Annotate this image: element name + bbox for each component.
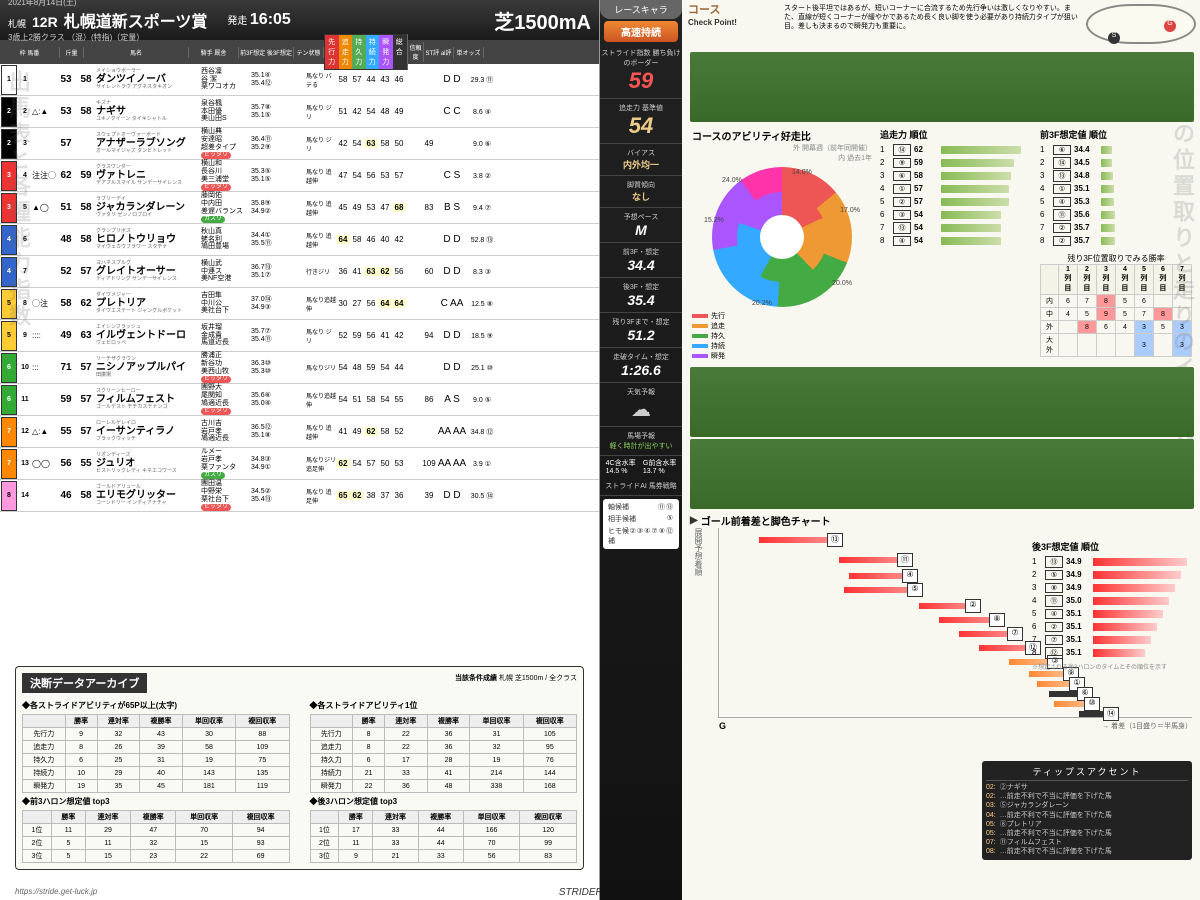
start-marker: S [1108,32,1120,44]
archive-table-right: 勝率連対率複勝率単回収率複回収率先行力8223631105追走力82236329… [310,714,578,793]
course-map: S G [1086,4,1196,44]
pace-label: 予想ペース [600,212,682,222]
race-number: 12R [32,14,58,30]
track-vis-1: 前3ハロン [690,52,1194,122]
rank-chase-title: 追走力 順位 [880,128,1032,141]
horse-row: 1 1 53 58 メイショウボーラーダンツイノーバサイレントラヴ アグネスタキ… [0,64,599,96]
ai-title: ストライドAI 馬券戦略 [600,481,682,491]
r3f-val: 51.2 [600,327,682,343]
archive-cond: 当該条件成績 [455,675,497,682]
horse-row: 3 5 ▲◯ 51 58 ラブリーデイジャカランダレーンヴァタリ ゼンノロブロイ… [0,192,599,224]
archive-table-pre3f: 勝率連対率複勝率単回収率複回収率1位11294770942位5113215933… [22,810,290,863]
horse-row: 6 10 ::: 71 57 リーチザクラウンニシノアップルパイ田廣場 勝浦正新… [0,352,599,384]
track-note: 軽く時計が出やすい [600,441,682,451]
archive-left-title: ◆各ストライドアビリティが65P以上(太字) [22,700,290,711]
bias-val: 内外均一 [600,158,682,171]
pace-val: M [600,222,682,238]
chase-label: 追走力 基準値 [600,103,682,113]
archive-title: 決断データアーカイブ [22,673,147,693]
rank-chase: 1⑭622⑨593⑥584①575②576③547⑬548④54 [880,143,1032,247]
post-time: 16:05 [250,11,291,28]
horse-row: 5 9 :::: 49 63 エイシンフラッシュイルヴェントドーロヴェビロッペ … [0,320,599,352]
track-vis-3: ゴール前 [690,439,1194,509]
horse-row: 6 11 59 57 スクリーンヒーローフィルムフェストゴールデスト チチカステ… [0,384,599,416]
race-class: 3歳上2勝クラス （混）(特指)（定量） [8,32,207,43]
ai-picks: 軸候補⑪⑬相手候補⑤ヒモ候補②③④⑦⑧⑫ [603,499,679,549]
post-label: 発走 [227,16,247,27]
donut-pct: 15.2% [704,217,724,224]
pre3f-val: 34.4 [600,257,682,273]
side-label-left: 出馬表と各種能力指数 [2,70,34,330]
legtype-val: なし [600,190,682,203]
time-val: 1:26.6 [600,362,682,378]
tips-title: ティップスアクセント [986,765,1188,781]
donut-outer-label: 外 開幕週（前年同開催） [793,145,872,152]
race-name: 札幌道新スポーツ賞 [64,8,208,32]
course-title: コース Check Point! [688,4,778,46]
r3f-label: 残り3Fまで・想定 [600,317,682,327]
post3f-val: 35.4 [600,292,682,308]
donut-pct: 20.0% [832,280,852,287]
horse-row: 4 7 52 57 ヨハネスブルググレイトオーサーディアドリング サンデーサイレ… [0,256,599,288]
horse-row: 4 6 48 58 グランプリボスヒロノトウリョウマイヴェカウフラワー スタチナ… [0,224,599,256]
horse-row: 7 12 △:▲ 55 57 ローレルゲレイロイーサンティラノブラックウィッチ … [0,416,599,448]
footer-url: https://stride.get-luck.jp [15,887,97,896]
donut-pct: 24.0% [722,177,742,184]
course-desc: スタート後平坦ではあるが、短いコーナーに合流するため先行争いは激しくなりやすい。… [784,4,1080,46]
donut-pct: 17.0% [840,207,860,214]
pre3f-label: 前3F・想定 [600,247,682,257]
stride-val: 59 [600,68,682,94]
goal-marker: G [1164,20,1176,32]
rank-post3f-note: ※想定される後3ハロンのタイムとその順位を示す [1032,662,1192,671]
goal-title: ゴール前着差と脚色チャート [690,513,1192,528]
race-date: 2021年8月14日(土) [8,0,207,8]
rank-post3f-title: 後3F想定値 順位 [1032,540,1192,553]
donut-pct: 20.2% [752,300,772,307]
donut-inner-label: 内 過去1年 [838,155,872,162]
tips-box: ティップスアクセント 02:②ナギサ02:…前走不利で不当に評価を下げた馬03:… [982,761,1192,860]
horse-row: 8 14 46 58 ゴールドアリュールエリモグリッターコーンドリー インディア… [0,480,599,512]
m4c-label: 4C含水率 [606,458,636,468]
mg-label: G前含水率 [643,458,676,468]
horse-row: 3 4 注注◯ 62 59 グラスワンダーヴァトレニデアフルスマイル サンデーサ… [0,160,599,192]
horse-row: 5 8 ◯注 58 62 ダイワメジャープレトリアダイワエステート ジャングルポ… [0,288,599,320]
cs-header: レースキャラ [600,0,682,19]
donut-title: コースのアビリティ好走比 [692,128,872,143]
race-venue: 札幌 [8,17,26,30]
rank-post3f: 1⑬34.92⑤34.93⑧34.94⑪35.05④35.16②35.17⑦35… [1032,555,1192,659]
post3f-label: 後3F・想定 [600,282,682,292]
cloud-icon: ☁ [600,397,682,422]
archive-box: 決断データアーカイブ 当該条件成績 札幌 芝1500m / 全クラス ◆各ストラ… [15,666,584,870]
track-vis-2: 勝負所 [690,367,1194,437]
m4c-val: 14.5 % [606,468,636,475]
center-strip: レースキャラ 高速持続 ストライド指数 勝ち負けのボーダー59 追走力 基準値5… [600,0,682,900]
mg-val: 13.7 % [643,468,676,475]
archive-right-title: ◆各ストライドアビリティ1位 [310,700,578,711]
track-label: 馬場予報 [600,431,682,441]
horse-table: 枠 馬番 斤量 馬名 騎手 厩舎 前3F想定 後3F想定 テン状態 先行力追走力… [0,40,599,512]
goal-g: G [719,721,726,731]
chase-val: 54 [600,113,682,139]
donut-legend: 先行追走持久持続瞬発 [692,311,872,361]
horse-row: 2 3 57 スウェプトオーヴァーボードアナザーラブソングオールマイジャズ タン… [0,128,599,160]
stride-label: ストライド指数 勝ち負けのボーダー [600,48,682,68]
bias-label: バイアス [600,148,682,158]
goal-ylabel: 展開予想着順 [693,528,704,576]
track-info: 芝1500mA [494,6,591,35]
time-label: 走破タイム・想定 [600,352,682,362]
goal-xlabel: → 着差（1目盛り＝半馬身） [1102,721,1192,731]
archive-pre3f-title: ◆前3ハロン想定値 top3 [22,796,290,807]
archive-cond-sub: 札幌 芝1500m / 全クラス [499,675,577,682]
horse-row: 2 2 △:▲ 53 58 キズナナギサユキノクイーン タイキシャトル 泉谷楓本… [0,96,599,128]
donut-pct: 14.0% [792,169,812,176]
legtype-label: 脚質傾向 [600,180,682,190]
race-header: 2021年8月14日(土) 札幌 12R 札幌道新スポーツ賞 3歳上2勝クラス … [0,0,599,40]
donut-chart: 14.0% 17.0% 20.0% 20.2% 15.2% 24.0% [712,167,852,307]
archive-post3f-title: ◆後3ハロン想定値 top3 [310,796,578,807]
weather-label: 天気予報 [600,387,682,397]
cs-badge: 高速持続 [604,21,678,42]
horse-row: 7 13 ◯◯ 56 55 リオンディーズジュリオビストリックレディ キネエコワ… [0,448,599,480]
archive-table-left: 勝率連対率複勝率単回収率複回収率先行力932433088追走力826395810… [22,714,290,793]
archive-table-post3f: 勝率連対率複勝率単回収率複回収率1位1733441661202位11334470… [310,810,578,863]
